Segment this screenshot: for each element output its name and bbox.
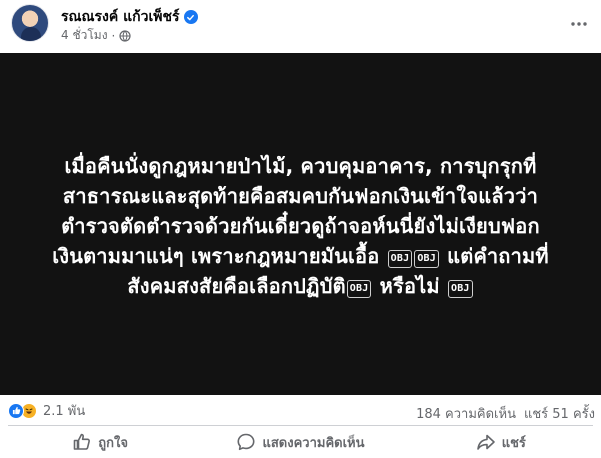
share-count-link[interactable]: แชร์ 51 ครั้ง <box>524 403 595 424</box>
meta-separator: · <box>111 28 116 43</box>
post-message-fragment: หรือไม่ <box>379 274 440 298</box>
post-message: เมื่อคืนนั่งดูกฎหมายป่าไม้, ควบคุมอาคาร,… <box>20 151 581 301</box>
post-message-line: เงินตามมาแน่ๆ เพราะกฎหมายมันเอื้อ OBJ OBJ… <box>20 241 581 271</box>
post-timestamp[interactable]: 4 ชั่วโมง <box>61 26 108 45</box>
like-reaction-icon <box>8 402 24 419</box>
author-name-row: รณณรงค์ แก้วเพ็ชร์ <box>61 6 198 28</box>
share-arrow-icon <box>476 434 495 450</box>
object-placeholder: OBJ <box>387 250 413 268</box>
share-button[interactable]: แชร์ <box>401 426 601 458</box>
like-button[interactable]: ถูกใจ <box>0 426 200 458</box>
verified-badge-icon <box>183 10 198 24</box>
object-placeholder: OBJ <box>414 250 439 268</box>
comment-label: แสดงความคิดเห็น <box>262 435 365 451</box>
post-message-line: เมื่อคืนนั่งดูกฎหมายป่าไม้, ควบคุมอาคาร,… <box>64 154 537 178</box>
post-message-fragment: สังคมสงสัยคือเลือกปฏิบัติ <box>127 274 346 298</box>
post-text-card[interactable]: เมื่อคืนนั่งดูกฎหมายป่าไม้, ควบคุมอาคาร,… <box>0 53 601 395</box>
more-options-icon[interactable] <box>567 12 591 36</box>
share-label: แชร์ <box>501 435 526 451</box>
object-placeholder: OBJ <box>346 280 372 298</box>
post-header: รณณรงค์ แก้วเพ็ชร์ 4 ชั่วโมง · <box>0 0 601 50</box>
globe-icon <box>119 29 131 42</box>
engagement-counts: 184 ความคิดเห็น แชร์ 51 ครั้ง <box>416 403 595 424</box>
author-avatar[interactable] <box>11 4 49 42</box>
comment-count-link[interactable]: 184 ความคิดเห็น <box>416 403 516 424</box>
post-stats: 2.1 พัน 184 ความคิดเห็น แชร์ 51 ครั้ง <box>0 395 601 425</box>
comment-bubble-icon <box>237 433 255 451</box>
like-label: ถูกใจ <box>98 435 129 451</box>
post-meta: 4 ชั่วโมง · <box>61 26 131 45</box>
post-message-line: สาธารณะและสุดท้ายคือสมคบกันฟอกเงินเข้าใจ… <box>62 184 539 208</box>
post-message-line: ตำรวจตัดตำรวจด้วยกันเดี๋ยวดูถ้าจอห์นนี่ย… <box>61 214 540 238</box>
post-action-bar: ถูกใจ แสดงความคิดเห็น แชร์ <box>0 426 601 458</box>
object-placeholder: OBJ <box>447 280 473 298</box>
post-message-fragment: เงินตามมาแน่ๆ เพราะกฎหมายมันเอื้อ <box>52 244 380 268</box>
reaction-count: 2.1 พัน <box>43 404 86 419</box>
comment-button[interactable]: แสดงความคิดเห็น <box>200 426 400 458</box>
post-message-line: สังคมสงสัยคือเลือกปฏิบัติ OBJ หรือไม่ OBJ <box>20 271 581 301</box>
post-message-fragment: แต่คำถามที่ <box>447 244 549 268</box>
reaction-summary[interactable]: 2.1 พัน <box>8 400 85 421</box>
thumbs-up-icon <box>73 433 91 450</box>
author-name[interactable]: รณณรงค์ แก้วเพ็ชร์ <box>61 6 180 28</box>
